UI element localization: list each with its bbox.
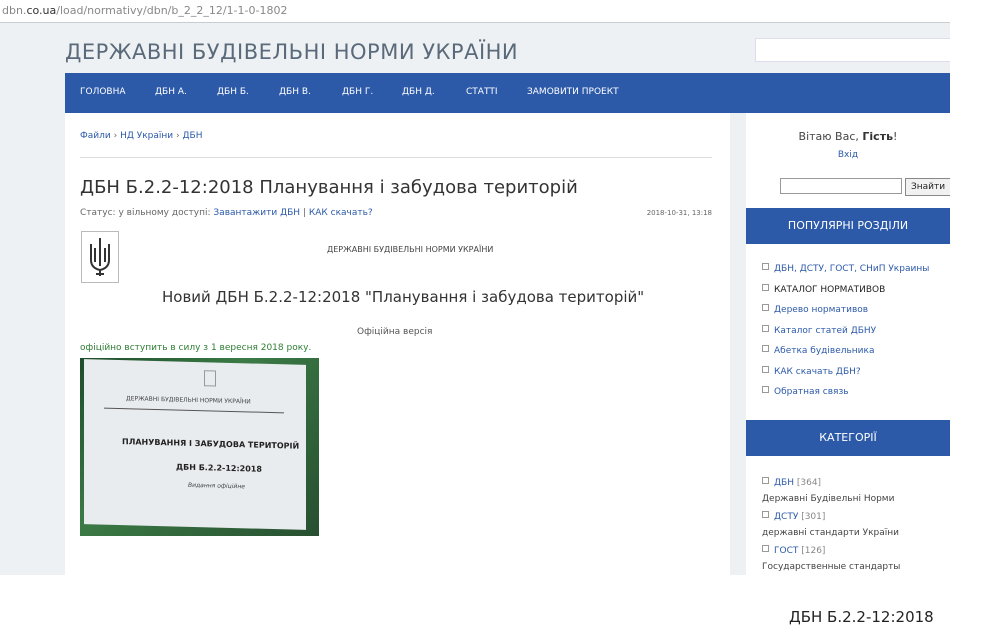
breadcrumb-files[interactable]: Файли: [80, 131, 111, 141]
bullet-icon: [762, 345, 769, 352]
bullet-icon: [762, 365, 769, 373]
download-link[interactable]: Завантажити ДБН: [213, 208, 300, 218]
guest-name: Гість: [862, 130, 894, 143]
popular-item[interactable]: Обратная связь: [762, 386, 929, 407]
nav-item-dbn-g[interactable]: ДБН Г.: [342, 87, 373, 97]
nav-item-articles[interactable]: СТАТТІ: [466, 87, 498, 97]
status-label: Статус: у вільному доступі:: [80, 208, 211, 218]
breadcrumb-sep: ›: [176, 131, 180, 141]
page-title: ДБН Б.2.2-12:2018 Планування і забудова …: [80, 177, 578, 198]
bullet-icon: [762, 304, 769, 311]
greeting-text: Вітаю Вас,: [798, 130, 859, 143]
cover-paper: ДЕРЖАВНІ БУДІВЕЛЬНІ НОРМИ УКРАЇНИ ПЛАНУВ…: [84, 359, 306, 530]
popular-item[interactable]: КАК скачать ДБН?: [762, 365, 929, 387]
nav-item-home[interactable]: ГОЛОВНА: [80, 87, 126, 97]
document-title: Новий ДБН Б.2.2-12:2018 "Планування і за…: [162, 288, 645, 306]
category-desc: Государственные стандарты: [762, 562, 901, 572]
image-caption: ДБН Б.2.2-12:2018: [789, 608, 934, 626]
bullet-icon: [762, 545, 769, 552]
search-button[interactable]: Знайти: [905, 178, 950, 196]
site-title[interactable]: ДЕРЖАВНІ БУДІВЕЛЬНІ НОРМИ УКРАЇНИ: [65, 40, 518, 64]
category-item[interactable]: ГОСТ [126]: [762, 545, 825, 556]
cover-title: ПЛАНУВАННЯ І ЗАБУДОВА ТЕРИТОРІЙ: [122, 437, 300, 451]
category-desc: державні стандарти України: [762, 528, 900, 538]
nav-item-dbn-a[interactable]: ДБН А.: [155, 87, 187, 97]
page-screenshot: ДЕРЖАВНІ БУДІВЕЛЬНІ НОРМИ УКРАЇНИ ГОЛОВН…: [0, 22, 950, 575]
breadcrumb: Файли › НД України › ДБН: [80, 131, 202, 141]
category-item[interactable]: ДБН [364]: [762, 477, 821, 488]
popular-item[interactable]: КАТАЛОГ НОРМАТИВОВ: [762, 283, 929, 305]
effective-date-note: офіційно вступить в силу з 1 вересня 201…: [80, 343, 312, 353]
breadcrumb-sep: ›: [113, 131, 118, 141]
url-prefix: dbn.: [2, 4, 27, 17]
publish-date: 2018-10-31, 13:18: [646, 209, 712, 217]
bullet-icon: [762, 263, 769, 270]
greeting-end: !: [893, 130, 898, 143]
trident-emblem-icon: [81, 231, 119, 283]
greeting: Вітаю Вас, Гість!: [746, 130, 950, 143]
categories-header: КАТЕГОРІЇ: [746, 420, 950, 456]
bullet-icon: [762, 283, 769, 291]
category-item[interactable]: ДСТУ [301]: [762, 511, 825, 522]
sidebar: Вітаю Вас, Гість! Вхід Знайти ПОПУЛЯРНІ …: [746, 113, 950, 575]
sidebar-search-input[interactable]: [780, 178, 902, 194]
popular-sections-header: ПОПУЛЯРНІ РОЗДІЛИ: [746, 208, 950, 244]
official-version-label: Офіційна версія: [357, 327, 433, 337]
top-divider: [0, 22, 950, 23]
login-link[interactable]: Вхід: [746, 150, 950, 160]
header-search-input[interactable]: [755, 38, 950, 62]
browser-url[interactable]: dbn.co.ua/load/normativy/dbn/b_2_2_12/1-…: [2, 4, 287, 17]
divider: [80, 157, 712, 158]
cover-emblem-icon: [204, 370, 216, 387]
bullet-icon: [762, 511, 769, 518]
popular-item[interactable]: Абетка будівельника: [762, 345, 929, 366]
cover-header: ДЕРЖАВНІ БУДІВЕЛЬНІ НОРМИ УКРАЇНИ: [126, 395, 251, 406]
breadcrumb-nd-ukraine[interactable]: НД України: [120, 131, 173, 141]
popular-item[interactable]: Каталог статей ДБНУ: [762, 324, 929, 346]
popular-item[interactable]: Дерево нормативов: [762, 304, 929, 325]
nav-item-dbn-b[interactable]: ДБН Б.: [217, 87, 249, 97]
nav-item-dbn-v[interactable]: ДБН В.: [279, 87, 311, 97]
status-line: Статус: у вільному доступі: Завантажити …: [80, 208, 373, 218]
popular-sections-list: ДБН, ДСТУ, ГОСТ, СНиП Украины КАТАЛОГ НО…: [762, 263, 929, 407]
cover-rule: [104, 407, 284, 414]
nav-item-dbn-d[interactable]: ДБН Д.: [402, 87, 435, 97]
cover-code: ДБН Б.2.2-12:2018: [176, 462, 262, 474]
main-content: Файли › НД України › ДБН ДБН Б.2.2-12:20…: [65, 113, 730, 575]
category-desc: Державні Будівельні Норми: [762, 494, 895, 504]
cover-edition: Видання офіційне: [188, 481, 245, 491]
how-to-download-link[interactable]: КАК скачать?: [309, 208, 373, 218]
nav-item-order-project[interactable]: ЗАМОВИТИ ПРОЕКТ: [527, 87, 619, 97]
url-host: co.ua: [26, 4, 57, 17]
document-cover-photo: ДЕРЖАВНІ БУДІВЕЛЬНІ НОРМИ УКРАЇНИ ПЛАНУВ…: [80, 358, 319, 536]
popular-item[interactable]: ДБН, ДСТУ, ГОСТ, СНиП Украины: [762, 263, 929, 284]
link-separator: |: [302, 208, 306, 218]
url-path: /load/normativy/dbn/b_2_2_12/1-1-0-1802: [56, 4, 288, 17]
breadcrumb-dbn[interactable]: ДБН: [182, 131, 202, 141]
main-navbar: ГОЛОВНА ДБН А. ДБН Б. ДБН В. ДБН Г. ДБН …: [65, 73, 950, 113]
bullet-icon: [762, 386, 769, 393]
document-header: ДЕРЖАВНІ БУДІВЕЛЬНІ НОРМИ УКРАЇНИ: [327, 245, 494, 254]
bullet-icon: [762, 324, 769, 332]
bullet-icon: [762, 477, 769, 484]
